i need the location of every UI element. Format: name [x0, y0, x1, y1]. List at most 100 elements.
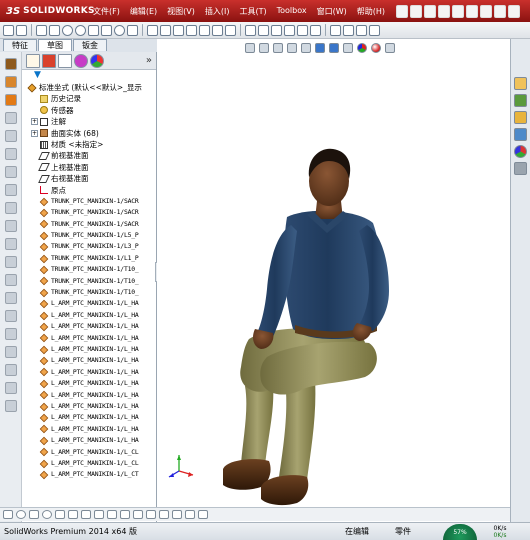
fillet-icon[interactable]	[127, 24, 138, 36]
save-icon[interactable]	[438, 4, 451, 18]
ellipsis-icon[interactable]	[3, 510, 13, 519]
extrude-cut-icon[interactable]	[5, 148, 17, 160]
mirror-icon[interactable]	[212, 24, 223, 36]
select-icon[interactable]	[480, 4, 493, 18]
menu-window[interactable]: 窗口(W)	[312, 6, 352, 17]
point-icon[interactable]	[42, 510, 52, 519]
tree-item[interactable]: 历史记录	[40, 93, 156, 104]
tree-item[interactable]: + 曲面实体 (68)	[31, 128, 156, 139]
feature-item[interactable]: TRUNK_PTC_MANIKIN-1/T10_	[39, 287, 156, 298]
feature-item[interactable]: L_ARM_PTC_MANIKIN-1/L_HA	[39, 412, 156, 423]
intersect-icon[interactable]	[5, 346, 17, 358]
reference-geometry-icon[interactable]	[5, 364, 17, 376]
parallel-icon[interactable]	[120, 510, 130, 519]
lofted-cut-icon[interactable]	[5, 202, 17, 214]
tree-filter[interactable]: ▼	[22, 70, 156, 82]
menu-insert[interactable]: 插入(I)	[200, 6, 235, 17]
tree-item[interactable]: 材质 <未指定>	[40, 139, 156, 150]
feature-item[interactable]: L_ARM_PTC_MANIKIN-1/L_HA	[39, 367, 156, 378]
chamfer-icon[interactable]	[5, 238, 17, 250]
appearances-scenes-icon[interactable]	[514, 145, 527, 158]
arc-icon[interactable]	[75, 24, 86, 36]
boundary-boss-icon[interactable]	[5, 130, 17, 142]
design-library-icon[interactable]	[514, 94, 527, 107]
rebuild-icon[interactable]	[494, 4, 507, 18]
feature-item[interactable]: TRUNK_PTC_MANIKIN-1/SACR	[39, 219, 156, 230]
coincident-icon[interactable]	[107, 510, 117, 519]
tree-item[interactable]: 右视基准面	[38, 173, 156, 184]
repair-sketch-icon[interactable]	[271, 24, 282, 36]
feature-item[interactable]: L_ARM_PTC_MANIKIN-1/L_HA	[39, 424, 156, 435]
extend-icon[interactable]	[186, 24, 197, 36]
polygon-icon[interactable]	[88, 24, 99, 36]
spline-icon[interactable]	[101, 24, 112, 36]
menu-file[interactable]: 文件(F)	[88, 6, 125, 17]
panel-expand-chevron-icon[interactable]: »	[146, 55, 152, 66]
manikin-model[interactable]	[157, 39, 510, 522]
linear-pattern-feature-icon[interactable]	[5, 256, 17, 268]
print-icon[interactable]	[452, 4, 465, 18]
feature-item[interactable]: TRUNK_PTC_MANIKIN-1/T10_	[39, 264, 156, 275]
sketch-picture-icon[interactable]	[343, 24, 354, 36]
midpoint-icon[interactable]	[146, 510, 156, 519]
tangent-icon[interactable]	[94, 510, 104, 519]
view-palette-icon[interactable]	[514, 128, 527, 141]
tree-item[interactable]: 原点	[40, 185, 156, 196]
tree-root[interactable]: 标准坐式 (默认<<默认>_显示	[27, 82, 156, 93]
smart-dimension-icon[interactable]	[16, 24, 27, 36]
feature-item[interactable]: L_ARM_PTC_MANIKIN-1/L_HA	[39, 401, 156, 412]
arc-icon[interactable]	[81, 510, 91, 519]
feature-item[interactable]: TRUNK_PTC_MANIKIN-1/L5_P	[39, 230, 156, 241]
feature-item[interactable]: L_ARM_PTC_MANIKIN-1/L_HA	[39, 310, 156, 321]
feature-item[interactable]: TRUNK_PTC_MANIKIN-1/T10_	[39, 276, 156, 287]
linear-pattern-icon[interactable]	[225, 24, 236, 36]
circle-icon[interactable]	[16, 510, 26, 519]
extrude-boss-icon[interactable]	[5, 58, 17, 70]
spline-icon[interactable]	[55, 510, 65, 519]
display-relations-icon[interactable]	[258, 24, 269, 36]
menu-toolbox[interactable]: Toolbox	[272, 6, 312, 17]
tab-sketch[interactable]: 草图	[38, 39, 72, 51]
centerline-icon[interactable]	[68, 510, 78, 519]
feature-item[interactable]: L_ARM_PTC_MANIKIN-1/L_HA	[39, 321, 156, 332]
line-icon[interactable]	[36, 24, 47, 36]
rapid-sketch-icon[interactable]	[297, 24, 308, 36]
offset-icon[interactable]	[199, 24, 210, 36]
configuration-manager-tab-icon[interactable]	[58, 53, 72, 68]
display-manager-tab-icon[interactable]	[90, 53, 104, 68]
new-document-icon[interactable]	[410, 4, 423, 18]
revolve-cut-icon[interactable]	[5, 166, 17, 178]
tree-item[interactable]: + 注解	[31, 116, 156, 127]
feature-item[interactable]: TRUNK_PTC_MANIKIN-1/L3_P	[39, 241, 156, 252]
tab-sheet-metal[interactable]: 钣金	[73, 39, 107, 51]
feature-item[interactable]: L_ARM_PTC_MANIKIN-1/L_CL	[39, 458, 156, 469]
loft-icon[interactable]	[5, 112, 17, 124]
feature-item[interactable]: L_ARM_PTC_MANIKIN-1/L_HA	[39, 333, 156, 344]
options-icon[interactable]	[508, 4, 521, 18]
feature-item[interactable]: L_ARM_PTC_MANIKIN-1/L_HA	[39, 344, 156, 355]
solidworks-resources-icon[interactable]	[514, 77, 527, 90]
undo-icon[interactable]	[466, 4, 479, 18]
expand-toggle[interactable]: +	[31, 129, 38, 137]
trim-icon[interactable]	[173, 24, 184, 36]
sweep-icon[interactable]	[5, 94, 17, 106]
pin-icon[interactable]	[396, 4, 409, 18]
filter-icon[interactable]: ▼	[34, 70, 41, 80]
tab-features[interactable]: 特征	[3, 39, 37, 51]
menu-edit[interactable]: 编辑(E)	[125, 6, 162, 17]
feature-item[interactable]: L_ARM_PTC_MANIKIN-1/L_CT	[39, 469, 156, 480]
fillet-feature-icon[interactable]	[5, 220, 17, 232]
feature-item[interactable]: L_ARM_PTC_MANIKIN-1/L_HA	[39, 435, 156, 446]
instant-3d-icon[interactable]	[5, 400, 17, 412]
menu-view[interactable]: 视图(V)	[162, 6, 200, 17]
feature-item[interactable]: L_ARM_PTC_MANIKIN-1/L_HA	[39, 390, 156, 401]
feature-item[interactable]: L_ARM_PTC_MANIKIN-1/L_HA	[39, 355, 156, 366]
display-style-icon[interactable]	[172, 510, 182, 519]
menu-help[interactable]: 帮助(H)	[352, 6, 390, 17]
perpendicular-icon[interactable]	[133, 510, 143, 519]
feature-item[interactable]: L_ARM_PTC_MANIKIN-1/L_HA	[39, 378, 156, 389]
revolve-boss-icon[interactable]	[5, 76, 17, 88]
dimxpert-tab-icon[interactable]	[74, 53, 88, 68]
section-icon[interactable]	[198, 510, 208, 519]
feature-item[interactable]: TRUNK_PTC_MANIKIN-1/SACR	[39, 196, 156, 207]
